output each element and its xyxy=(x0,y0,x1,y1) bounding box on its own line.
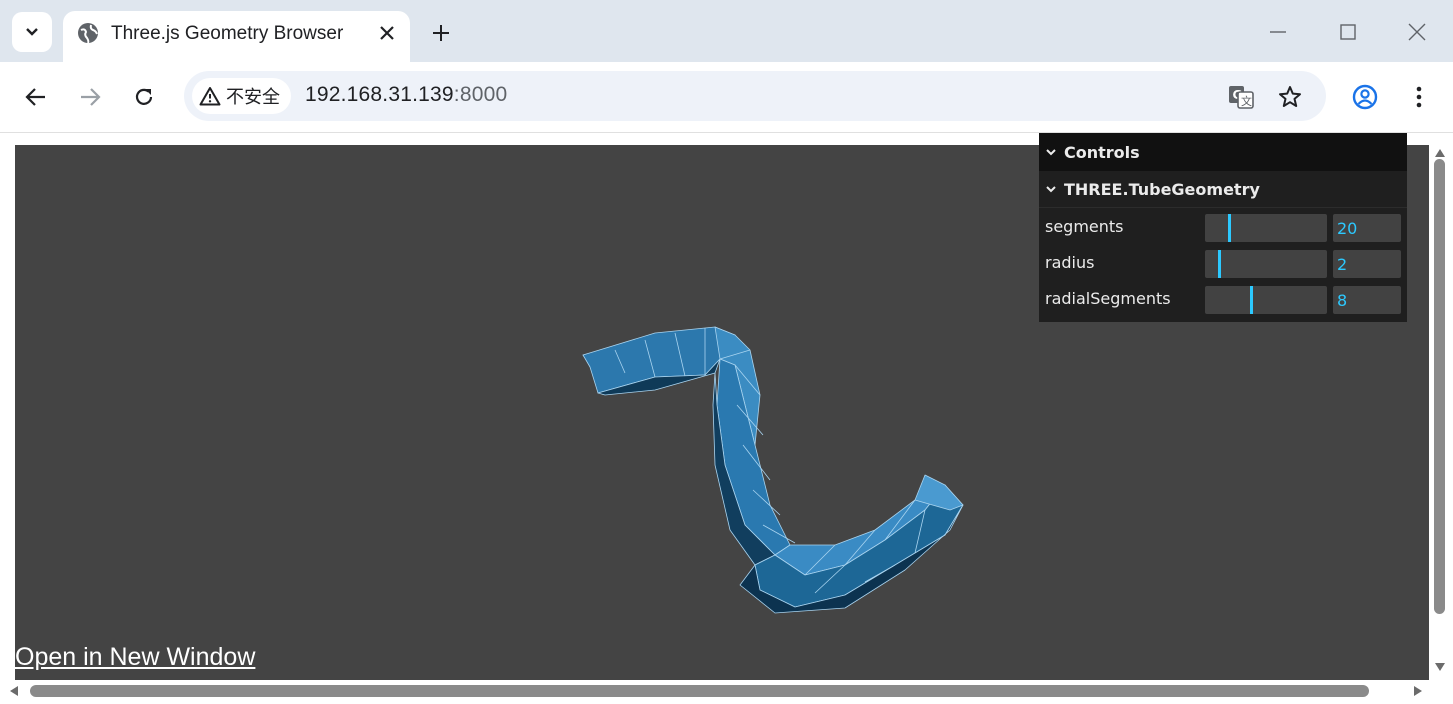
warning-icon xyxy=(199,87,221,106)
radial-segments-row: radialSegments 8 xyxy=(1039,280,1407,316)
translate-button[interactable]: G 文 xyxy=(1227,83,1255,111)
tube-geometry-folder[interactable]: THREE.TubeGeometry xyxy=(1039,171,1407,208)
radius-slider[interactable] xyxy=(1205,250,1327,278)
segments-row: segments 20 xyxy=(1039,208,1407,244)
close-tab-button[interactable] xyxy=(375,21,399,45)
more-vert-icon xyxy=(1416,86,1422,108)
maximize-icon xyxy=(1340,24,1356,40)
radial-segments-slider[interactable] xyxy=(1205,286,1327,314)
bookmark-button[interactable] xyxy=(1276,83,1304,111)
security-indicator[interactable]: 不安全 xyxy=(192,78,291,114)
new-tab-button[interactable] xyxy=(428,20,454,46)
url-port: :8000 xyxy=(453,83,508,106)
segments-slider-handle[interactable] xyxy=(1228,214,1231,242)
page-viewport: Open in New Window Controls THREE.TubeGe… xyxy=(0,133,1453,704)
open-in-new-window-link[interactable]: Open in New Window xyxy=(15,643,255,672)
browser-toolbar: 不安全 192.168.31.139:8000 G 文 xyxy=(0,62,1453,133)
address-bar[interactable]: 不安全 192.168.31.139:8000 G 文 xyxy=(184,71,1326,121)
active-tab[interactable]: Three.js Geometry Browser xyxy=(63,11,410,62)
minimize-button[interactable] xyxy=(1264,18,1292,46)
tab-strip: Three.js Geometry Browser xyxy=(0,0,1453,62)
radial-segments-slider-handle[interactable] xyxy=(1250,286,1253,314)
segments-input[interactable]: 20 xyxy=(1333,214,1401,242)
radial-segments-label: radialSegments xyxy=(1045,288,1171,308)
minimize-icon xyxy=(1270,31,1286,33)
profile-button[interactable] xyxy=(1350,82,1380,112)
vertical-scroll-thumb[interactable] xyxy=(1434,159,1445,614)
controls-panel: Controls THREE.TubeGeometry segments 20 … xyxy=(1039,133,1407,322)
controls-title-bar[interactable]: Controls xyxy=(1039,133,1407,171)
scroll-right-arrow[interactable] xyxy=(1412,685,1424,697)
url-text[interactable]: 192.168.31.139:8000 xyxy=(305,83,507,107)
translate-icon: G 文 xyxy=(1229,86,1254,109)
menu-button[interactable] xyxy=(1404,82,1434,112)
horizontal-scrollbar[interactable] xyxy=(0,680,1430,700)
radius-input[interactable]: 2 xyxy=(1333,250,1401,278)
radius-label: radius xyxy=(1045,252,1095,272)
tab-search-button[interactable] xyxy=(12,12,52,52)
caret-down-icon xyxy=(1046,186,1056,193)
radius-row: radius 2 xyxy=(1039,244,1407,280)
svg-text:文: 文 xyxy=(1241,94,1252,108)
reload-icon xyxy=(135,88,153,105)
segments-label: segments xyxy=(1045,216,1124,236)
back-button[interactable] xyxy=(21,82,51,112)
caret-down-icon xyxy=(1046,149,1056,156)
close-icon xyxy=(380,26,394,40)
radial-segments-input[interactable]: 8 xyxy=(1333,286,1401,314)
account-icon xyxy=(1352,84,1378,110)
forward-button[interactable] xyxy=(75,82,105,112)
scroll-down-arrow[interactable] xyxy=(1434,661,1446,673)
folder-title: THREE.TubeGeometry xyxy=(1064,179,1260,199)
security-label: 不安全 xyxy=(226,87,280,107)
triangle-right-icon xyxy=(1414,686,1422,696)
vertical-scrollbar[interactable] xyxy=(1430,147,1449,677)
triangle-down-icon xyxy=(1435,663,1445,671)
reload-button[interactable] xyxy=(129,82,159,112)
tab-title: Three.js Geometry Browser xyxy=(111,23,344,44)
back-arrow-icon xyxy=(25,88,45,106)
horizontal-scroll-thumb[interactable] xyxy=(30,685,1369,697)
chevron-down-icon xyxy=(26,28,38,36)
radius-slider-handle[interactable] xyxy=(1218,250,1221,278)
segments-slider[interactable] xyxy=(1205,214,1327,242)
triangle-up-icon xyxy=(1435,149,1445,157)
globe-icon xyxy=(78,23,98,44)
controls-title: Controls xyxy=(1064,142,1140,162)
scroll-left-arrow[interactable] xyxy=(8,685,20,697)
star-icon xyxy=(1279,86,1301,107)
forward-arrow-icon xyxy=(81,88,101,106)
triangle-left-icon xyxy=(10,686,18,696)
close-icon xyxy=(1408,23,1426,41)
url-host: 192.168.31.139 xyxy=(305,83,454,106)
close-window-button[interactable] xyxy=(1403,18,1431,46)
plus-icon xyxy=(433,25,449,41)
scroll-up-arrow[interactable] xyxy=(1434,147,1446,159)
maximize-button[interactable] xyxy=(1334,18,1362,46)
